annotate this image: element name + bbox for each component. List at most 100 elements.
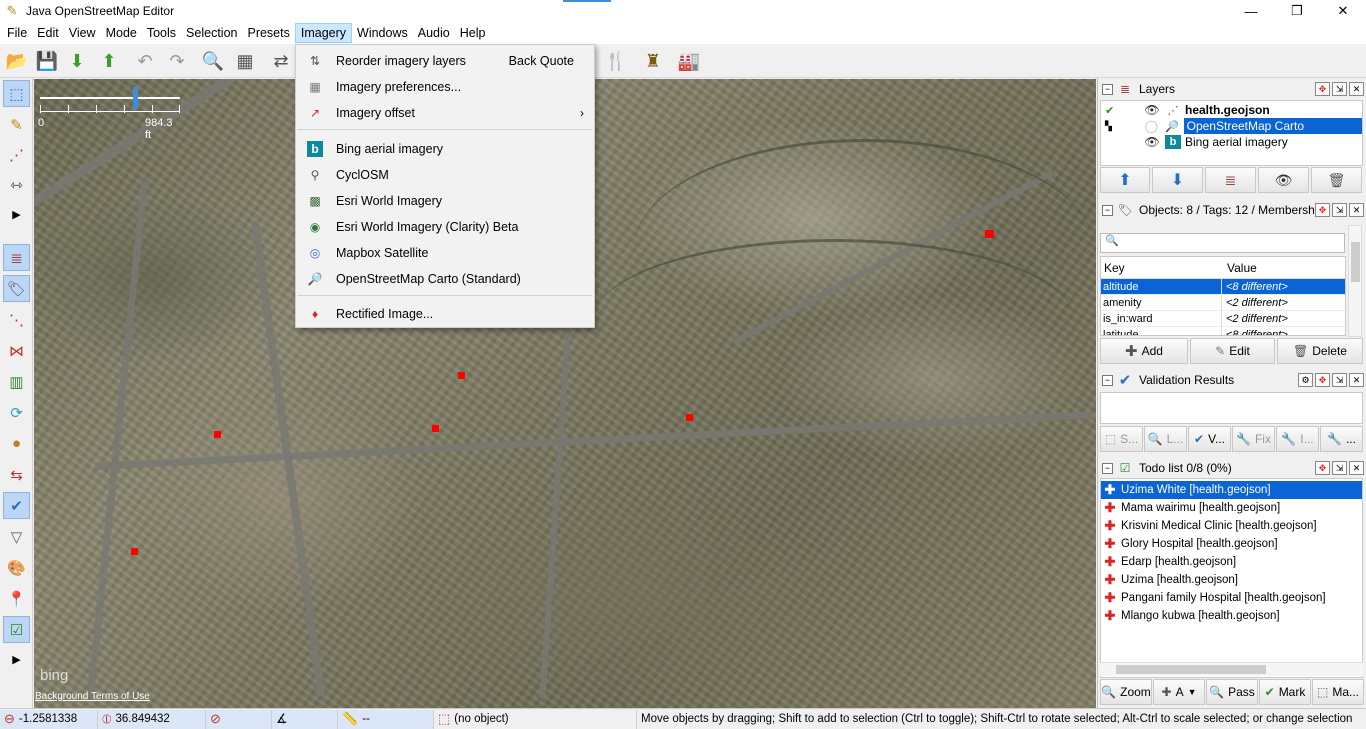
validate-button[interactable]: ✔ V... [1188, 426, 1231, 452]
panel-settings-icon[interactable]: ⚙ [1298, 373, 1313, 387]
panel-close-icon[interactable]: ✕ [1349, 373, 1364, 387]
tag-row[interactable]: amenity <2 different> [1101, 295, 1345, 311]
layer-row[interactable]: 👁 b Bing aerial imagery [1101, 134, 1362, 150]
maximize-button[interactable]: ❐ [1274, 0, 1320, 22]
zoom-button[interactable]: 🔍 Zoom [1100, 679, 1152, 705]
close-button[interactable]: ✕ [1320, 0, 1366, 22]
upload-icon[interactable]: ⬆ [96, 48, 122, 74]
menu-help[interactable]: Help [455, 23, 491, 43]
tags-toggle-icon[interactable]: 🏷 [3, 275, 30, 302]
validation-results-tree[interactable] [1100, 392, 1363, 424]
menu-item-bing[interactable]: b Bing aerial imagery [296, 136, 594, 162]
open-file-icon[interactable]: 📂 [4, 48, 30, 74]
menu-item-imagery-preferences[interactable]: ▦ Imagery preferences... [296, 74, 594, 100]
preset-icon[interactable]: ⇄ [268, 48, 294, 74]
visibility-eye-icon[interactable]: 👁 [1143, 103, 1161, 117]
draw-mode-icon[interactable]: ✎ [3, 111, 30, 138]
fix-button[interactable]: 🔧 Fix [1232, 426, 1275, 452]
validator-icon[interactable]: ✔ [3, 492, 30, 519]
menu-selection[interactable]: Selection [181, 23, 242, 43]
map-style-icon[interactable]: 🎨 [3, 554, 30, 581]
tag-scrollbar[interactable] [1348, 225, 1362, 337]
menu-item-osm-carto[interactable]: 🔎 OpenStreetMap Carto (Standard) [296, 266, 594, 292]
menu-windows[interactable]: Windows [352, 23, 413, 43]
visibility-eye-icon[interactable]: ◯ [1143, 119, 1160, 133]
visibility-eye-icon[interactable]: 👁 [1143, 135, 1161, 149]
delete-tag-button[interactable]: 🗑 Delete [1277, 338, 1363, 364]
menu-audio[interactable]: Audio [413, 23, 455, 43]
todo-item[interactable]: ✚ Pangani family Hospital [health.geojson… [1101, 589, 1362, 607]
lookup-button[interactable]: 🔍 L... [1144, 426, 1187, 452]
undo-icon[interactable]: ↶ [132, 48, 158, 74]
restaurant-preset-icon[interactable]: 🍴 [603, 48, 629, 74]
move-down-icon[interactable]: ⬇ [1152, 167, 1203, 193]
todo-item[interactable]: ✚ Krisvini Medical Clinic [health.geojson… [1101, 517, 1362, 535]
notes-icon[interactable]: 📍 [3, 585, 30, 612]
health-marker[interactable] [686, 414, 693, 421]
layer-row[interactable]: ✔ 👁 ⋰ health.geojson [1101, 102, 1362, 118]
health-marker[interactable] [214, 431, 221, 438]
redo-icon[interactable]: ↷ [164, 48, 190, 74]
conflict-icon[interactable]: ⟳ [3, 399, 30, 426]
panel-detach-icon[interactable]: ⇲ [1332, 82, 1347, 96]
menu-file[interactable]: File [2, 23, 32, 43]
panel-close-icon[interactable]: ✕ [1349, 461, 1364, 475]
key-column-header[interactable]: Key [1101, 261, 1222, 275]
mark-all-button[interactable]: ⬚ Ma... [1312, 679, 1364, 705]
menu-item-mapbox[interactable]: ◎ Mapbox Satellite [296, 240, 594, 266]
activate-layer-icon[interactable]: ≣ [1205, 167, 1256, 193]
layers-toggle-icon[interactable]: ≣ [3, 244, 30, 271]
menu-item-esri-clarity[interactable]: ◉ Esri World Imagery (Clarity) Beta [296, 214, 594, 240]
minimize-button[interactable]: — [1228, 0, 1274, 22]
industrial-preset-icon[interactable]: 🏭 [676, 48, 702, 74]
edit-tag-button[interactable]: ✎ Edit [1190, 338, 1275, 364]
menu-tools[interactable]: Tools [142, 23, 181, 43]
selection-list-icon[interactable]: ⋱ [3, 306, 30, 333]
menu-item-imagery-offset[interactable]: ↗ Imagery offset › [296, 100, 594, 126]
menu-item-rectified-image[interactable]: ♦ Rectified Image... [296, 301, 594, 327]
select-button[interactable]: ⬚ S... [1100, 426, 1143, 452]
pass-button[interactable]: 🔍 Pass [1206, 679, 1258, 705]
menu-edit[interactable]: Edit [32, 23, 64, 43]
download-icon[interactable]: ⬇ [64, 48, 90, 74]
delete-layer-icon[interactable]: 🗑 [1311, 167, 1362, 193]
panel-expand-icon[interactable]: ✥ [1315, 82, 1330, 96]
todo-item[interactable]: ✚ Mlango kubwa [health.geojson] [1101, 607, 1362, 625]
mark-button[interactable]: ✔ Mark [1259, 679, 1311, 705]
menu-mode[interactable]: Mode [101, 23, 142, 43]
select-mode-icon[interactable]: ⬚ [3, 80, 30, 107]
panel-detach-icon[interactable]: ⇲ [1332, 373, 1347, 387]
todo-list-icon[interactable]: ☑ [3, 616, 30, 643]
menu-imagery[interactable]: Imagery [294, 23, 353, 43]
expand-dialogs-icon[interactable]: ▶ [3, 646, 30, 673]
menu-item-reorder-imagery[interactable]: ⇅ Reorder imagery layers Back Quote [296, 48, 594, 74]
expand-tools-icon[interactable]: ▶ [3, 201, 30, 228]
background-terms-link[interactable]: Background Terms of Use [35, 691, 150, 702]
authors-icon[interactable]: ● [3, 430, 30, 457]
castle-preset-icon[interactable]: ♜ [640, 48, 666, 74]
panel-expand-icon[interactable]: ✥ [1315, 461, 1330, 475]
relations-icon[interactable]: ⋈ [3, 337, 30, 364]
parallel-mode-icon[interactable]: ⇿ [3, 171, 30, 198]
map-paint-icon[interactable]: ▥ [3, 368, 30, 395]
show-hide-icon[interactable]: 👁 [1258, 167, 1309, 193]
move-up-icon[interactable]: ⬆ [1100, 167, 1150, 193]
collapse-icon[interactable]: − [1102, 83, 1113, 95]
add-button[interactable]: ✚ A ▼ [1153, 679, 1205, 705]
tag-row[interactable]: altitude <8 different> [1101, 279, 1345, 295]
save-icon[interactable]: 💾 [34, 48, 60, 74]
ignore-button[interactable]: 🔧 I... [1276, 426, 1319, 452]
todo-item[interactable]: ✚ Glory Hospital [health.geojson] [1101, 535, 1362, 553]
menu-item-esri[interactable]: ▩ Esri World Imagery [296, 188, 594, 214]
menu-presets[interactable]: Presets [242, 23, 294, 43]
todo-item[interactable]: ✚ Uzima White [health.geojson] [1101, 481, 1362, 499]
menu-view[interactable]: View [64, 23, 101, 43]
health-marker[interactable] [458, 372, 465, 379]
todo-horizontal-scrollbar[interactable] [1100, 662, 1363, 676]
tag-row[interactable]: latitude <8 different> [1101, 327, 1345, 335]
health-marker[interactable] [131, 548, 138, 555]
panel-expand-icon[interactable]: ✥ [1315, 373, 1330, 387]
scale-slider-track[interactable] [40, 97, 180, 99]
collapse-icon[interactable]: − [1102, 374, 1113, 386]
scale-slider-handle[interactable] [133, 87, 138, 109]
